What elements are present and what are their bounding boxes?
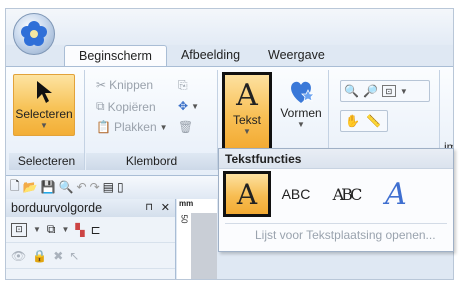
- pin-icon[interactable]: ⊓: [145, 199, 153, 217]
- ruler-horizontal: mm: [177, 199, 217, 213]
- tab-weergave[interactable]: Weergave: [254, 45, 339, 67]
- group-label-selecteren: Selecteren: [9, 153, 84, 170]
- panel-toolbar-row-2: 👁 🔒 ✖ ↖: [6, 243, 175, 269]
- popup-title: Tekstfuncties: [219, 149, 453, 169]
- decorative-a-icon: A: [385, 176, 407, 212]
- save-icon[interactable]: 💾: [41, 180, 56, 194]
- popup-items: A ABC ABC A: [219, 169, 453, 219]
- quick-access-toolbar: 🗋 📂 💾 🔍 ↶ ↷ ▤ ▯: [6, 176, 218, 198]
- color-order-icon[interactable]: ▚: [75, 223, 84, 237]
- ruler-tick-label: 50: [179, 214, 189, 224]
- tekst-function-button[interactable]: A: [223, 171, 271, 217]
- chevron-down-icon: ▼: [191, 101, 199, 111]
- chevron-down-icon: ▼: [297, 120, 305, 129]
- monogram-icon: ABC: [332, 184, 363, 204]
- chevron-down-icon: ▼: [243, 127, 251, 136]
- app-menu-button[interactable]: [13, 13, 55, 55]
- plakken-label: Plakken: [113, 120, 157, 134]
- heart-star-icon: [291, 81, 315, 103]
- letter-a-icon: A: [236, 177, 258, 211]
- decorative-a-button[interactable]: A: [371, 171, 421, 217]
- ruler-unit: mm: [179, 199, 194, 208]
- align-button[interactable]: ✥ ▼: [178, 99, 199, 113]
- canvas-area[interactable]: mm 50: [177, 199, 217, 279]
- document-copy-icon: ⎘: [178, 78, 188, 92]
- eye-icon[interactable]: 👁: [11, 249, 26, 263]
- panel-title: borduurvolgorde: [11, 201, 103, 215]
- monogram-button[interactable]: ABC: [321, 171, 371, 217]
- frame-icon[interactable]: ⊏: [91, 223, 101, 237]
- page-icon[interactable]: ▯: [117, 180, 124, 194]
- selecteren-button[interactable]: Selecteren ▼: [13, 74, 75, 136]
- delete-button[interactable]: 🗑: [178, 120, 193, 134]
- undo-icon[interactable]: ↶: [77, 180, 87, 194]
- tab-beginscherm[interactable]: Beginscherm: [64, 45, 167, 67]
- title-bar: [6, 9, 453, 45]
- flower-logo-icon: [21, 21, 47, 46]
- chevron-down-icon[interactable]: ▼: [62, 225, 70, 234]
- paste-special-button[interactable]: ⎘: [178, 78, 188, 93]
- selecteren-label: Selecteren: [15, 107, 73, 121]
- kopieren-button[interactable]: ⧉ Kopiëren: [96, 99, 156, 114]
- letter-a-icon: A: [236, 78, 258, 113]
- group-icon[interactable]: ⧉: [47, 222, 56, 237]
- pointer-icon[interactable]: ↖: [69, 249, 79, 263]
- ruler-icon[interactable]: 📏: [366, 114, 381, 128]
- hand-measure-toolbar: ✋ 📏: [340, 110, 388, 132]
- group-label-klembord: Klembord: [86, 153, 217, 170]
- ruler-vertical: 50: [177, 213, 191, 279]
- tekstplaatsing-link: Lijst voor Tekstplaatsing openen...: [255, 228, 436, 242]
- panel-toolbar-row-1: ⊡ ▼ ⧉ ▼ ▚ ⊏: [6, 217, 175, 243]
- zoom-in-icon[interactable]: 🔍: [344, 84, 359, 98]
- borduurvolgorde-panel: borduurvolgorde ⊓ ✕ ⊡ ▼ ⧉ ▼ ▚ ⊏ 👁 🔒 ✖ ↖: [6, 199, 176, 279]
- group-selecteren: Selecteren ▼ Selecteren: [9, 70, 85, 170]
- chevron-down-icon: ▼: [40, 121, 48, 130]
- tekst-button[interactable]: A Tekst ▼: [222, 72, 272, 152]
- zoom-toolbar: 🔍 🔎 ⊡ ▼: [340, 80, 430, 102]
- plakken-button[interactable]: 📋 Plakken ▼: [96, 120, 168, 134]
- arrows-cross-icon: ✥: [178, 99, 189, 113]
- tab-afbeelding[interactable]: Afbeelding: [167, 45, 254, 67]
- copy-icon: ⧉: [96, 99, 105, 113]
- close-icon[interactable]: ✕: [161, 199, 170, 217]
- select-frame-icon[interactable]: ⊡: [11, 222, 27, 237]
- group-klembord: ✂ Knippen ⧉ Kopiëren 📋 Plakken ▼ ⎘ ✥ ▼ 🗑: [86, 70, 218, 170]
- kopieren-label: Kopiëren: [107, 99, 156, 114]
- chevron-down-icon[interactable]: ▼: [400, 87, 408, 96]
- panel-title-bar: borduurvolgorde ⊓ ✕: [6, 199, 175, 217]
- abc-icon: ABC: [281, 186, 311, 202]
- scissors-icon: ✂: [96, 78, 107, 92]
- new-file-icon[interactable]: 🗋: [10, 177, 20, 198]
- cross-icon[interactable]: ✖: [53, 249, 63, 263]
- chevron-down-icon: ▼: [159, 122, 168, 132]
- knippen-label: Knippen: [109, 78, 154, 92]
- zoom-out-icon[interactable]: 🔎: [363, 84, 378, 98]
- open-folder-icon[interactable]: 📂: [23, 180, 38, 194]
- paste-icon: 📋: [96, 120, 111, 134]
- vormen-label: Vormen: [280, 106, 322, 120]
- tekst-label: Tekst: [232, 113, 261, 127]
- lock-icon[interactable]: 🔒: [32, 249, 47, 263]
- cursor-arrow-icon: [37, 81, 52, 103]
- zoom-icon[interactable]: 🔍: [59, 180, 74, 194]
- hand-icon[interactable]: ✋: [345, 114, 360, 128]
- zoom-fit-icon[interactable]: ⊡: [381, 85, 396, 97]
- knippen-button[interactable]: ✂ Knippen: [96, 78, 153, 92]
- preview-icon[interactable]: ▤: [103, 180, 114, 194]
- tekstfuncties-popup: Tekstfuncties A ABC ABC A Lijst voor Tek…: [218, 148, 454, 252]
- vormen-button[interactable]: Vormen ▼: [277, 76, 325, 129]
- ribbon-tabs: Beginscherm Afbeelding Weergave: [64, 45, 339, 67]
- trash-icon: 🗑: [178, 120, 194, 134]
- abc-text-button[interactable]: ABC: [271, 171, 321, 217]
- chevron-down-icon[interactable]: ▼: [33, 225, 41, 234]
- redo-icon[interactable]: ↷: [90, 180, 100, 194]
